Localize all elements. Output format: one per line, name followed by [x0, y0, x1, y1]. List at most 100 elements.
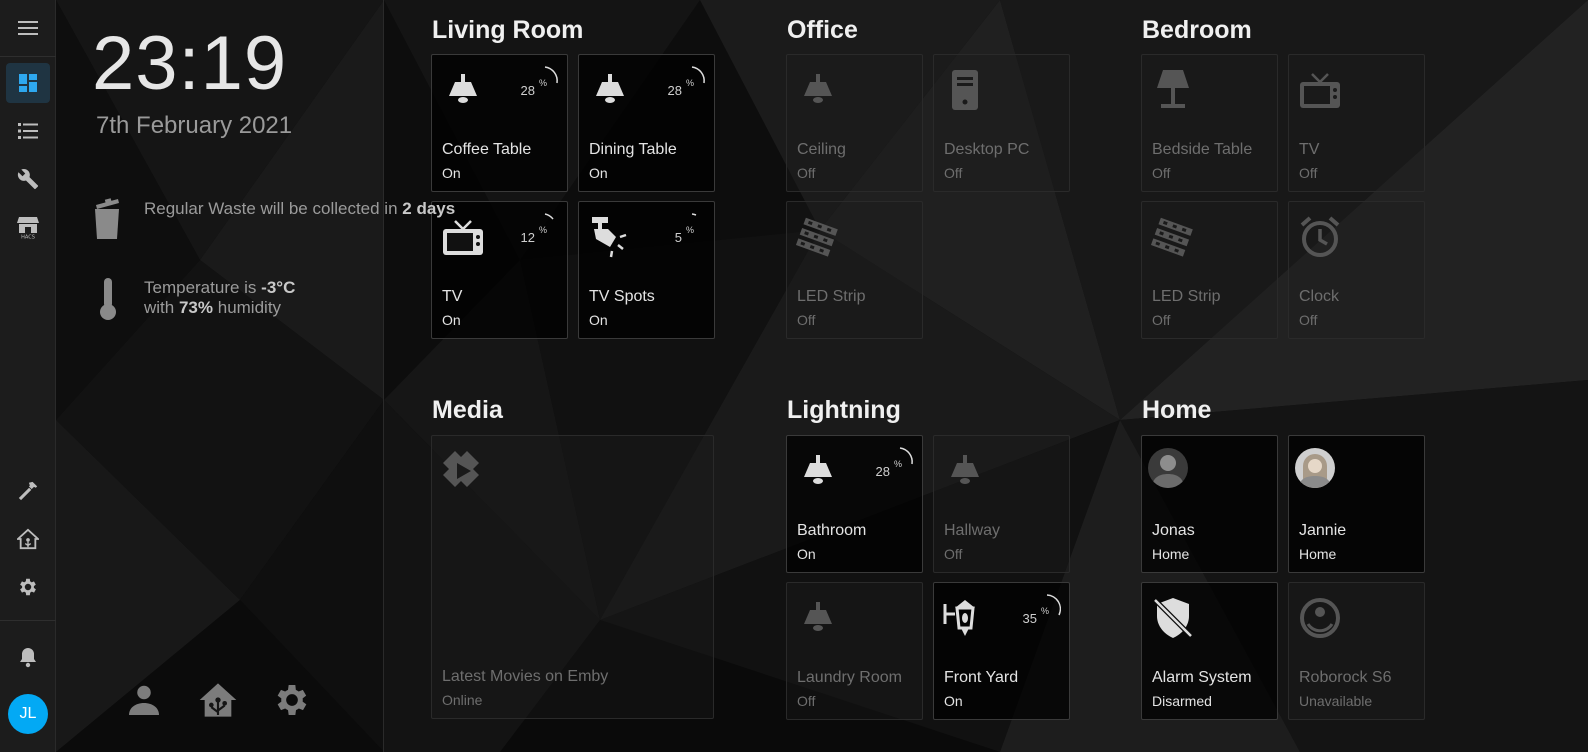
tile-name: Ceiling — [797, 141, 846, 158]
tv-icon — [1300, 73, 1340, 108]
clock-time: 23:19 — [92, 21, 288, 106]
tile-front-yard[interactable]: 35% Front Yard On — [933, 582, 1070, 720]
spotlight-icon — [592, 217, 627, 258]
list-icon[interactable] — [6, 111, 50, 151]
brightness-indicator: 28% — [521, 65, 559, 98]
tile-state: On — [442, 312, 461, 328]
ceiling-lamp-icon — [804, 602, 832, 631]
tile-led-strip[interactable]: LED Strip Off — [786, 201, 923, 339]
humidity-pre: with — [144, 298, 175, 317]
ceiling-lamp-icon — [804, 455, 832, 484]
tile-hallway[interactable]: Hallway Off — [933, 435, 1070, 573]
tile-state: Off — [944, 546, 963, 562]
tile-tv-spots[interactable]: 5% TV Spots On — [578, 201, 715, 339]
tile-name: Coffee Table — [442, 141, 532, 158]
tile-state: Home — [1299, 546, 1337, 562]
group-title-living-room: Living Room — [432, 16, 584, 44]
user-avatar[interactable]: JL — [8, 694, 48, 734]
person-photo — [1295, 448, 1335, 488]
tile-coffee-table[interactable]: 28% Coffee Table On — [431, 54, 568, 192]
tile-latest-movies[interactable]: Latest Movies on Emby Online — [431, 435, 714, 719]
tile-state: On — [944, 693, 963, 709]
tile-name: Clock — [1299, 288, 1340, 305]
panel-footer — [124, 680, 312, 720]
group-title-office: Office — [787, 16, 858, 44]
bell-icon[interactable] — [6, 637, 50, 677]
waste-info: Regular Waste will be collected in 2 day… — [90, 197, 455, 241]
tile-name: Alarm System — [1152, 669, 1252, 686]
hammer-icon[interactable] — [6, 471, 50, 511]
tile-state: Off — [1152, 165, 1171, 181]
tile-state: On — [797, 546, 816, 562]
outdoor-lamp-icon — [943, 600, 975, 636]
tile-name: Bedside Table — [1152, 141, 1253, 158]
brightness-indicator: 35% — [1023, 593, 1061, 626]
tile-state: Off — [797, 693, 816, 709]
group-title-bedroom: Bedroom — [1142, 16, 1252, 44]
humidity-post: humidity — [217, 298, 282, 317]
tile-clock[interactable]: Clock Off — [1288, 201, 1425, 339]
tile-name: Desktop PC — [944, 141, 1030, 158]
person-icon[interactable] — [124, 680, 164, 720]
weather-info: Temperature is -3°C with 73% humidity — [90, 276, 334, 322]
brightness-indicator: 5% — [670, 212, 706, 245]
menu-icon[interactable] — [6, 8, 50, 48]
gear-icon[interactable] — [6, 567, 50, 607]
brightness-indicator: 12% — [521, 212, 559, 245]
tile-name: LED Strip — [797, 288, 866, 305]
tile-name: Latest Movies on Emby — [442, 668, 609, 685]
alarm-clock-icon — [1300, 216, 1340, 257]
tile-state: Online — [442, 692, 483, 708]
desktop-tower-icon — [952, 70, 978, 110]
tile-tv[interactable]: TV Off — [1288, 54, 1425, 192]
ceiling-lamp-icon — [596, 74, 624, 103]
thermometer-icon — [90, 276, 126, 322]
tile-person-jannie[interactable]: Jannie Home — [1288, 435, 1425, 573]
hacs-store-icon[interactable]: HACS — [6, 207, 50, 247]
person-photo — [1148, 448, 1188, 488]
gear-icon[interactable] — [272, 680, 312, 720]
tile-state: Unavailable — [1299, 693, 1373, 709]
tile-dining-table[interactable]: 28% Dining Table On — [578, 54, 715, 192]
tile-name: Roborock S6 — [1299, 669, 1392, 686]
tile-bedside-table[interactable]: Bedside Table Off — [1141, 54, 1278, 192]
ceiling-lamp-icon — [804, 74, 832, 103]
tile-name: Dining Table — [589, 141, 677, 158]
brightness-indicator: 28% — [668, 65, 706, 98]
home-assistant-icon[interactable] — [198, 680, 238, 720]
tile-name: TV — [442, 288, 463, 305]
waste-days: 2 days — [402, 199, 456, 218]
tile-name: Laundry Room — [797, 669, 902, 686]
group-title-home: Home — [1142, 396, 1212, 424]
tile-name: Front Yard — [944, 669, 1019, 686]
tile-alarm-system[interactable]: Alarm System Disarmed — [1141, 582, 1278, 720]
trash-can-icon — [90, 197, 126, 241]
wrench-icon[interactable] — [6, 159, 50, 199]
temp-pre: Temperature is — [144, 278, 257, 297]
temp-value: -3°C — [261, 278, 296, 297]
emby-icon — [443, 451, 479, 487]
humidity-value: 73% — [178, 298, 213, 317]
tile-roborock-s6[interactable]: Roborock S6 Unavailable — [1288, 582, 1425, 720]
clock-date: 7th February 2021 — [96, 112, 293, 139]
tile-state: On — [589, 312, 608, 328]
tile-state: On — [589, 165, 608, 181]
tile-laundry-room[interactable]: Laundry Room Off — [786, 582, 923, 720]
led-strip-icon — [1151, 217, 1193, 257]
tile-person-jonas[interactable]: Jonas Home — [1141, 435, 1278, 573]
robot-vacuum-icon — [1300, 598, 1340, 638]
group-title-lightning: Lightning — [787, 396, 901, 424]
home-assistant-icon[interactable] — [6, 519, 50, 559]
tile-name: Jonas — [1152, 522, 1195, 539]
ceiling-lamp-icon — [951, 455, 979, 484]
tile-bathroom[interactable]: 28% Bathroom On — [786, 435, 923, 573]
table-lamp-icon — [1157, 70, 1189, 108]
tile-ceiling[interactable]: Ceiling Off — [786, 54, 923, 192]
app-sidebar: HACS JL — [0, 0, 56, 752]
tile-desktop-pc[interactable]: Desktop PC Off — [933, 54, 1070, 192]
led-strip-icon — [796, 217, 838, 257]
tile-name: TV Spots — [589, 288, 655, 305]
tile-state: Off — [797, 165, 816, 181]
dashboard-icon[interactable] — [6, 63, 50, 103]
tile-led-strip[interactable]: LED Strip Off — [1141, 201, 1278, 339]
